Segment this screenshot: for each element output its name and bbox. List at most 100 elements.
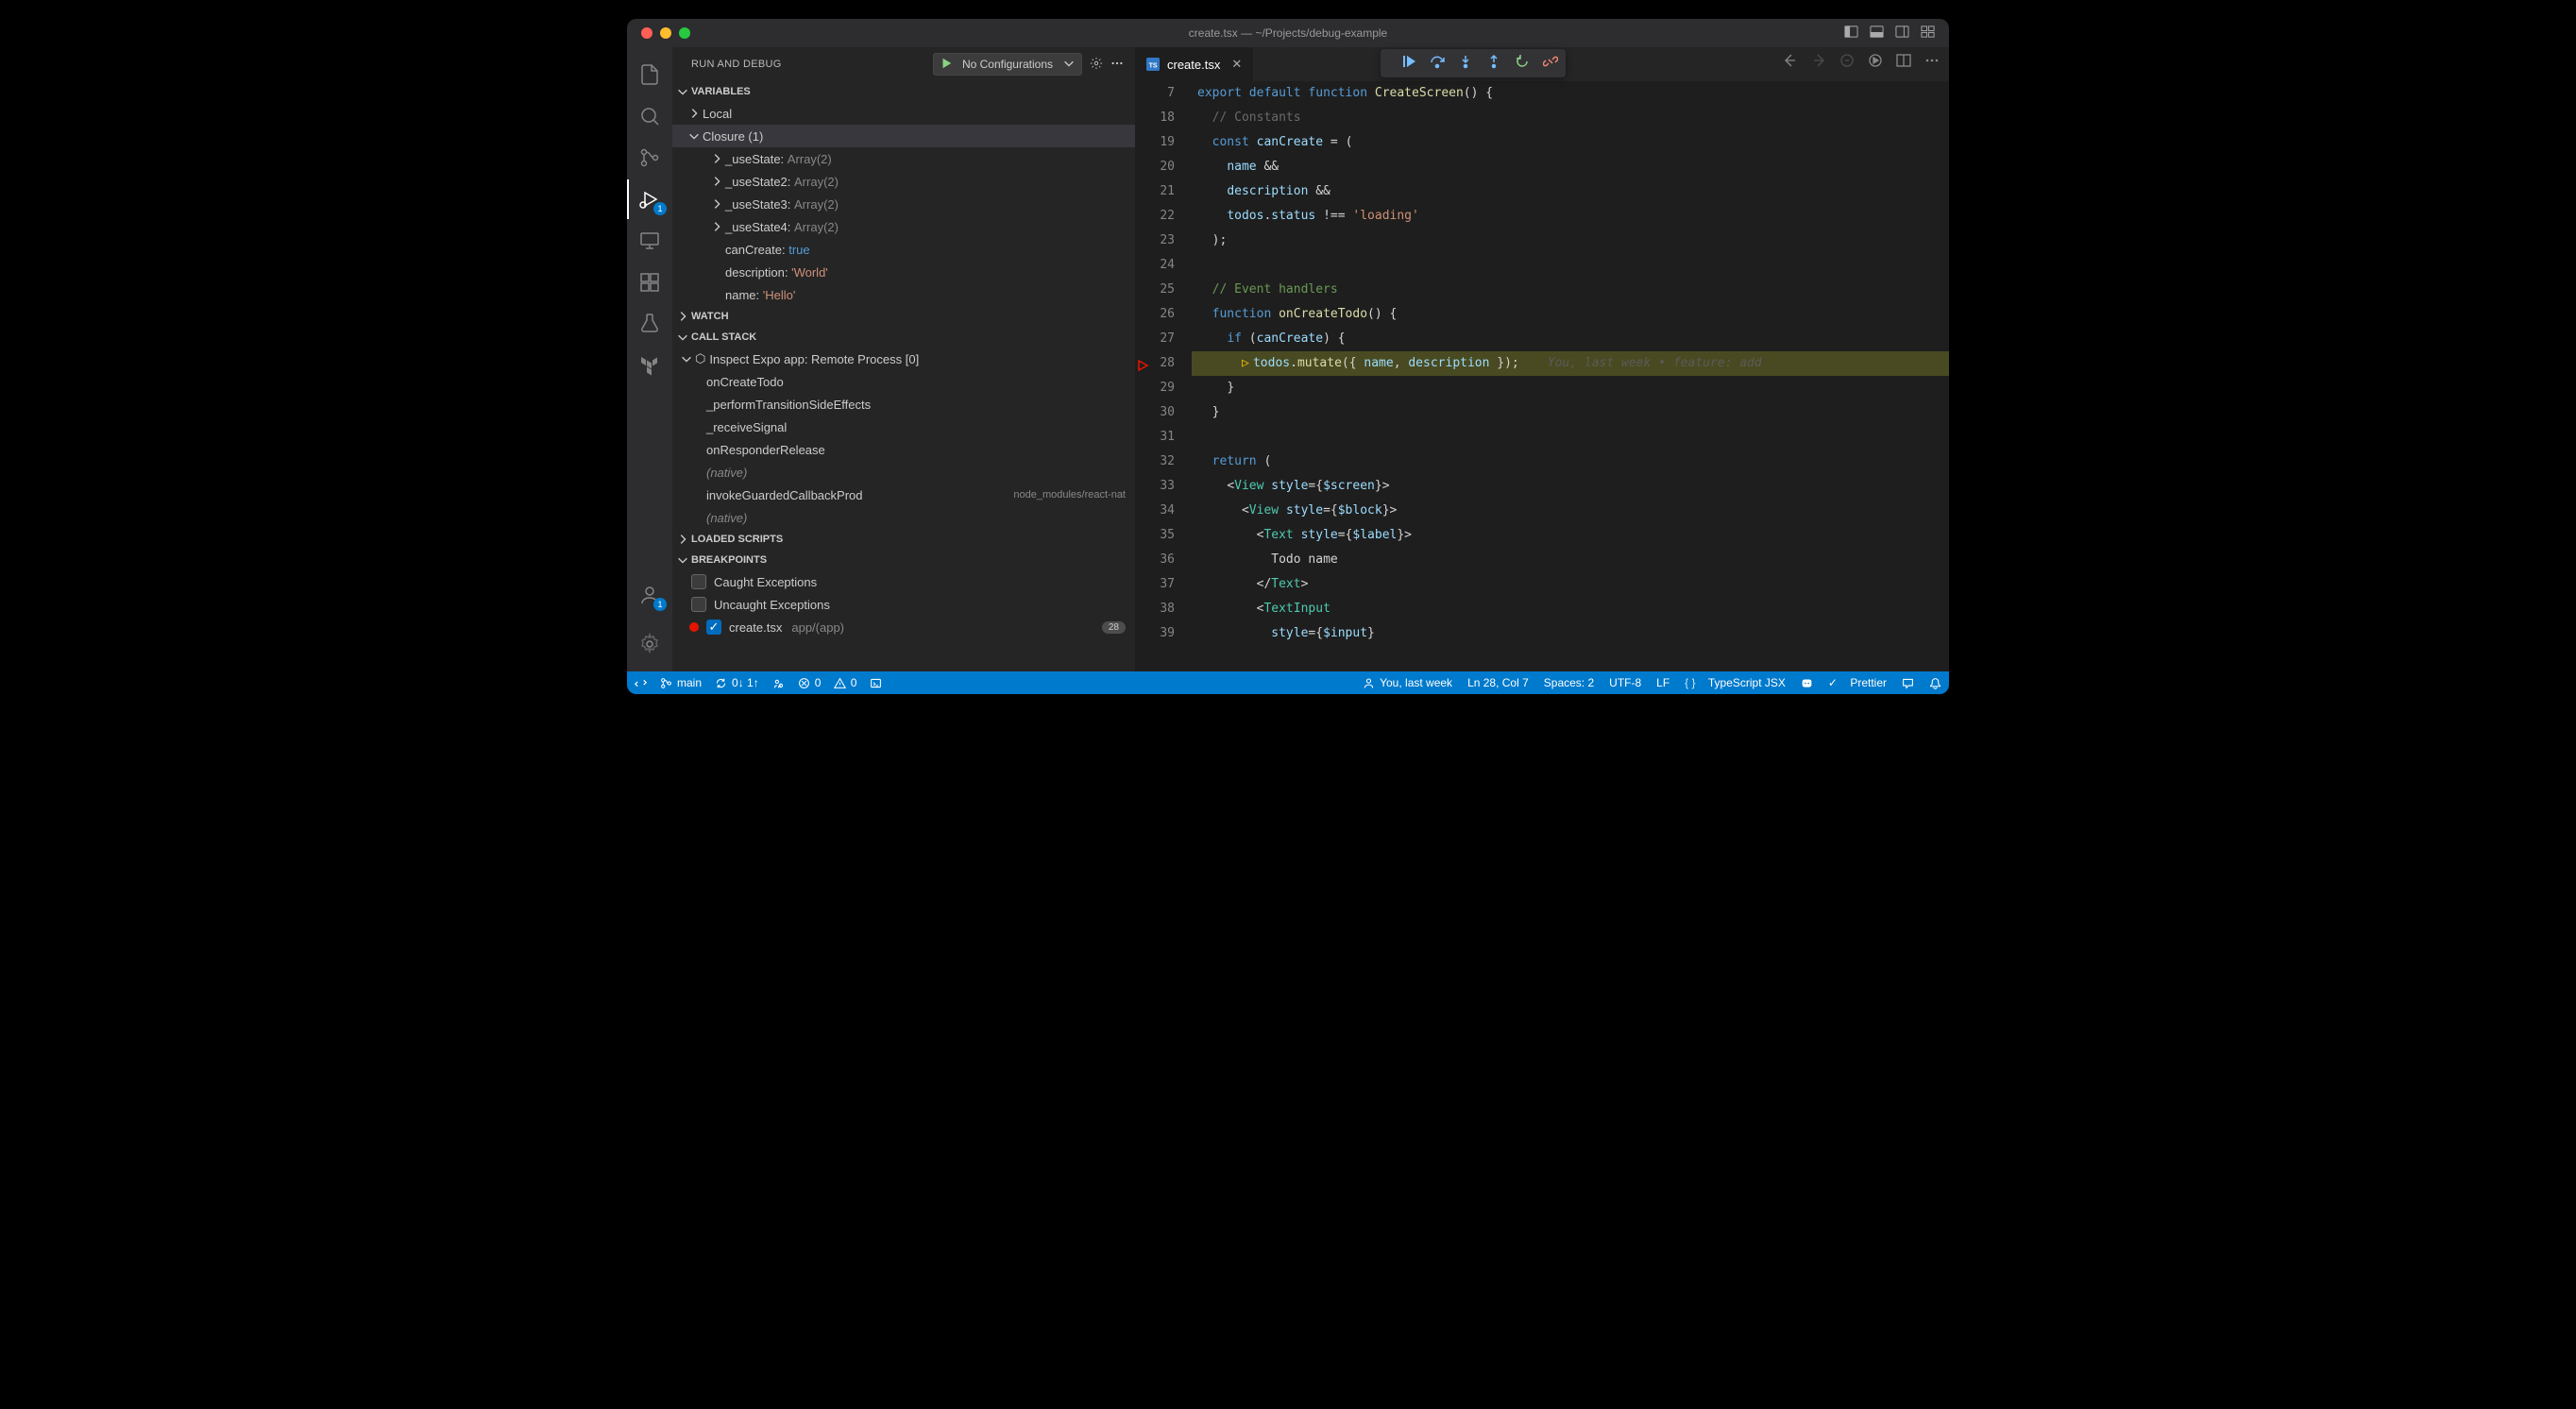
stack-frame-3[interactable]: onResponderRelease [672,438,1135,461]
execution-pointer-icon: ▷ [1242,351,1253,376]
stack-frame-6[interactable]: (native) [672,506,1135,529]
var-description[interactable]: description: 'World' [672,261,1135,283]
feedback-icon[interactable] [1902,677,1914,689]
line-gutter[interactable]: 7 18 19 20 21 22 23 24 25 26 27 28 29 30… [1135,81,1192,671]
git-sync[interactable]: 0↓ 1↑ [715,676,759,689]
bp-file[interactable]: ✓ create.tsx app/(app) 28 [672,616,1135,638]
scope-local[interactable]: Local [672,102,1135,125]
minimap[interactable] [1855,81,1949,270]
bp-uncaught[interactable]: Uncaught Exceptions [672,593,1135,616]
close-window[interactable] [641,27,652,39]
restart-icon[interactable] [1515,54,1530,74]
main-body: 1 1 RUN AND DEBUG No Configurations [627,47,1949,671]
var-usestate4[interactable]: _useState4: Array(2) [672,215,1135,238]
step-into-icon[interactable] [1458,54,1473,74]
accounts-icon[interactable]: 1 [627,575,672,615]
toggle-primary-sidebar-icon[interactable] [1844,25,1858,42]
stack-frame-4[interactable]: (native) [672,461,1135,484]
step-over-icon[interactable] [1430,54,1445,74]
last-edit-icon[interactable] [1839,53,1855,73]
callstack-section[interactable]: CALL STACK [672,327,1135,348]
breakpoint-indicator-icon[interactable] [1137,357,1150,370]
var-usestate3[interactable]: _useState3: Array(2) [672,193,1135,215]
sidebar-title: RUN AND DEBUG [691,59,782,70]
bp-caught[interactable]: Caught Exceptions [672,570,1135,593]
more-icon[interactable] [1110,57,1124,73]
git-blame: You, last week • feature: add [1548,356,1770,370]
scope-closure[interactable]: Closure (1) [672,125,1135,147]
extensions-icon[interactable] [627,263,672,302]
explorer-icon[interactable] [627,55,672,94]
maximize-window[interactable] [679,27,690,39]
more-actions-icon[interactable] [1924,53,1940,73]
tab-create[interactable]: TS create.tsx ✕ [1135,47,1254,81]
settings-gear-icon[interactable] [627,624,672,664]
debug-sidebar: RUN AND DEBUG No Configurations VARIABLE… [672,47,1135,671]
tab-close-icon[interactable]: ✕ [1231,57,1242,72]
checkbox[interactable] [691,597,706,612]
debug-toolbar[interactable] [1381,49,1566,77]
disconnect-icon[interactable] [1543,54,1558,74]
debug-console-toggle[interactable] [870,677,882,689]
source-control-icon[interactable] [627,138,672,178]
window-title: create.tsx — ~/Projects/debug-example [1189,26,1387,40]
copilot-icon[interactable] [1801,677,1813,689]
checkbox-checked[interactable]: ✓ [706,620,721,635]
breakpoint-dot-icon [689,622,699,632]
activity-bar: 1 1 [627,47,672,671]
search-icon[interactable] [627,96,672,136]
watch-section[interactable]: WATCH [672,306,1135,327]
go-forward-icon [1811,53,1826,73]
language-mode[interactable]: { } TypeScript JSX [1685,676,1786,689]
remote-indicator[interactable] [635,677,647,689]
minimize-window[interactable] [660,27,671,39]
debug-start-config[interactable]: No Configurations [933,53,1082,76]
stack-frame-5[interactable]: invokeGuardedCallbackProdnode_modules/re… [672,484,1135,506]
loaded-scripts-section[interactable]: LOADED SCRIPTS [672,529,1135,550]
continue-icon[interactable] [1401,54,1416,74]
variables-section[interactable]: VARIABLES [672,81,1135,102]
customize-layout-icon[interactable] [1921,25,1935,42]
indentation[interactable]: Spaces: 2 [1544,676,1594,689]
breakpoints-body: Caught Exceptions Uncaught Exceptions ✓ … [672,570,1135,638]
remote-explorer-icon[interactable] [627,221,672,261]
split-editor-icon[interactable] [1896,53,1911,73]
debug-process[interactable]: ⬡Inspect Expo app: Remote Process [0] [672,348,1135,370]
terraform-icon[interactable] [627,346,672,385]
step-out-icon[interactable] [1486,54,1501,74]
prettier[interactable]: ✓ Prettier [1828,676,1887,689]
var-name[interactable]: name: 'Hello' [672,283,1135,306]
problems[interactable]: 0 0 [798,676,857,689]
go-back-icon[interactable] [1783,53,1798,73]
notifications-icon[interactable] [1929,677,1941,689]
start-debug-icon[interactable] [940,57,953,73]
titlebar: create.tsx — ~/Projects/debug-example [627,19,1949,47]
run-debug-icon[interactable]: 1 [627,179,672,219]
git-author[interactable]: You, last week [1363,676,1452,689]
cursor-position[interactable]: Ln 28, Col 7 [1467,676,1529,689]
git-branch[interactable]: main [660,676,702,689]
stack-frame-0[interactable]: onCreateTodo [672,370,1135,393]
gear-icon[interactable] [1090,57,1103,73]
eol[interactable]: LF [1656,676,1669,689]
code-area[interactable]: 7 18 19 20 21 22 23 24 25 26 27 28 29 30… [1135,81,1949,671]
toggle-panel-icon[interactable] [1870,25,1884,42]
callstack-body: ⬡Inspect Expo app: Remote Process [0] on… [672,348,1135,529]
toggle-secondary-sidebar-icon[interactable] [1895,25,1909,42]
live-share[interactable] [772,677,785,689]
var-usestate1[interactable]: _useState: Array(2) [672,147,1135,170]
debug-badge: 1 [653,202,667,215]
var-usestate2[interactable]: _useState2: Array(2) [672,170,1135,193]
stack-frame-2[interactable]: _receiveSignal [672,416,1135,438]
testing-icon[interactable] [627,304,672,344]
bp-line-badge: 28 [1102,621,1126,634]
variables-body: Local Closure (1) _useState: Array(2) _u… [672,102,1135,306]
breakpoints-section[interactable]: BREAKPOINTS [672,550,1135,570]
stack-frame-1[interactable]: _performTransitionSideEffects [672,393,1135,416]
run-file-icon[interactable] [1868,53,1883,73]
accounts-badge: 1 [653,598,667,611]
code-lines[interactable]: export default function CreateScreen() {… [1192,81,1949,671]
var-cancreate[interactable]: canCreate: true [672,238,1135,261]
checkbox[interactable] [691,574,706,589]
encoding[interactable]: UTF-8 [1609,676,1641,689]
